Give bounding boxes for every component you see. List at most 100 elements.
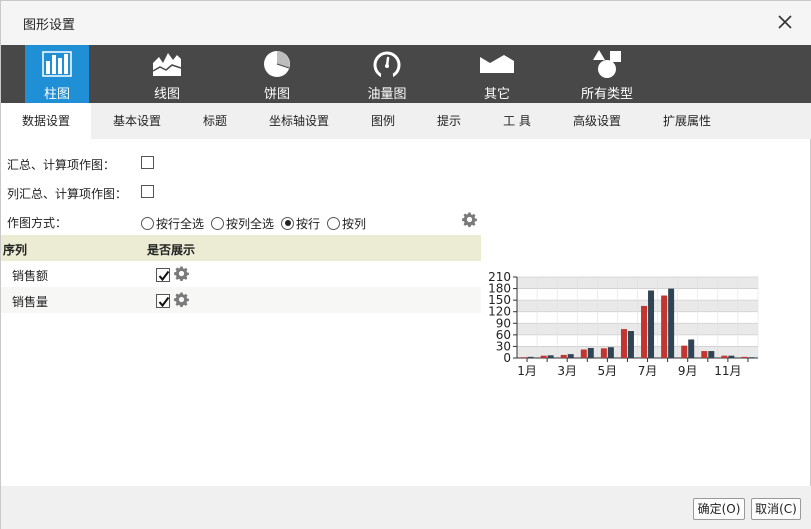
bar — [728, 355, 735, 358]
radio-label: 按列 — [342, 216, 367, 231]
bar — [708, 351, 715, 358]
checkmark-icon — [158, 270, 170, 282]
x-tick-label: 7月 — [638, 364, 658, 378]
show-series-checkbox[interactable] — [156, 268, 170, 282]
series-table: 序列 是否展示 销售额 销售量 — [1, 235, 481, 313]
chart-type-other[interactable]: 其它 — [465, 45, 529, 103]
bar — [600, 348, 607, 358]
series-name: 销售量 — [12, 295, 49, 309]
bar — [567, 354, 574, 358]
bar — [527, 356, 534, 358]
tab-extended-properties[interactable]: 扩展属性 — [651, 103, 723, 139]
tab-legend[interactable]: 图例 — [361, 103, 405, 139]
radio-by-column[interactable]: 按列 — [327, 215, 366, 232]
chart-type-pie-chart[interactable]: 饼图 — [245, 45, 309, 103]
bar-chart-icon — [40, 49, 74, 79]
close-icon[interactable] — [774, 11, 796, 33]
bar — [620, 329, 627, 358]
radio-select-all-rows[interactable]: 按行全选 — [141, 215, 204, 232]
bar — [607, 347, 614, 358]
chart-type-label: 所有类型 — [580, 87, 633, 102]
bar — [681, 345, 688, 358]
bar — [648, 290, 655, 358]
column-summary-chart-checkbox[interactable] — [141, 185, 154, 198]
column-summary-chart-label: 列汇总、计算项作图： — [7, 187, 128, 201]
bar — [547, 355, 554, 358]
x-tick-label: 11月 — [714, 364, 741, 378]
radio-circle-icon — [211, 216, 225, 230]
bar — [627, 331, 634, 358]
settings-tabbar: 数据设置 基本设置 标题 坐标轴设置 图例 提示 工 具 高级设置 扩展属性 — [1, 103, 811, 139]
all-types-icon — [590, 49, 624, 79]
gauge-icon — [370, 49, 404, 79]
chart-type-label: 其它 — [483, 87, 510, 102]
chart-type-label: 油量图 — [367, 87, 407, 102]
chart-preview: 0 30 60 90 120 150 180 210 1月 3月 5月 7月 9月 11月 — [483, 269, 763, 381]
dialog-titlebar: 图形设置 — [1, 1, 811, 45]
bar — [748, 357, 755, 358]
y-tick-label: 210 — [488, 270, 511, 284]
table-row: 销售额 — [1, 261, 481, 287]
bar — [580, 349, 587, 358]
bar — [560, 354, 567, 358]
dialog-footer: 确定(O) 取消(C) — [1, 486, 811, 529]
bar — [661, 295, 668, 358]
series-settings-gear-icon[interactable] — [174, 292, 189, 308]
checkmark-icon — [158, 296, 170, 308]
chart-type-bar-chart[interactable]: 柱图 — [25, 45, 89, 103]
pie-chart-icon — [260, 49, 294, 79]
show-column-header: 是否展示 — [147, 243, 196, 257]
tab-tools[interactable]: 工 具 — [493, 103, 541, 139]
chart-type-gauge[interactable]: 油量图 — [355, 45, 419, 103]
x-tick-label: 9月 — [678, 364, 698, 378]
bar — [540, 355, 547, 358]
bar — [520, 357, 527, 358]
x-tick-label: 3月 — [557, 364, 577, 378]
radio-label: 按行全选 — [156, 216, 205, 231]
bar — [587, 347, 594, 358]
radio-selected-icon — [281, 216, 295, 230]
table-row: 销售量 — [1, 287, 481, 313]
x-tick-label: 1月 — [517, 364, 537, 378]
series-column-header: 序列 — [3, 243, 28, 257]
chart-mode-radio-group: 按行全选 按列全选 按行 按列 — [141, 214, 373, 232]
tab-tooltip[interactable]: 提示 — [427, 103, 471, 139]
series-settings-gear-icon[interactable] — [174, 266, 189, 282]
tab-title[interactable]: 标题 — [191, 103, 239, 139]
bar-chart-preview: 03060901201501802101月 3月 5月 7月 9月 11月 — [488, 270, 759, 378]
tab-advanced-settings[interactable]: 高级设置 — [561, 103, 633, 139]
dialog-title: 图形设置 — [23, 18, 76, 33]
chart-type-bar: 柱图 线图 饼图 油量图 其它 所有类型 — [1, 45, 811, 103]
area-chart-icon — [150, 49, 184, 79]
series-table-header: 序列 是否展示 — [1, 235, 481, 261]
radio-circle-icon — [141, 216, 154, 230]
chart-type-label: 柱图 — [43, 87, 70, 102]
summary-chart-label: 汇总、计算项作图： — [7, 158, 116, 172]
show-series-checkbox[interactable] — [156, 294, 170, 308]
chart-mode-label: 作图方式： — [7, 216, 68, 230]
tab-data-settings[interactable]: 数据设置 — [1, 103, 91, 139]
radio-select-all-columns[interactable]: 按列全选 — [211, 215, 274, 232]
ok-button[interactable]: 确定(O) — [693, 498, 745, 520]
radio-by-row[interactable]: 按行 — [281, 215, 320, 232]
x-tick-label: 5月 — [598, 364, 618, 378]
radio-label: 按行 — [296, 216, 321, 231]
series-name: 销售额 — [12, 269, 49, 283]
summary-chart-checkbox[interactable] — [141, 156, 154, 169]
tab-axis-settings[interactable]: 坐标轴设置 — [259, 103, 339, 139]
bar — [721, 355, 728, 358]
bar — [741, 356, 748, 358]
chart-type-area-chart[interactable]: 线图 — [135, 45, 199, 103]
chart-settings-dialog: 图形设置 柱图 线图 饼图 油量图 其它 所有类型 数据设置 基本设置 标题 坐… — [0, 0, 811, 529]
other-chart-icon — [480, 49, 514, 79]
tab-basic-settings[interactable]: 基本设置 — [101, 103, 173, 139]
bar — [668, 288, 675, 358]
bar — [688, 339, 695, 358]
mode-settings-gear-icon[interactable] — [462, 212, 477, 228]
bar — [641, 305, 648, 358]
chart-type-all-types[interactable]: 所有类型 — [575, 45, 639, 103]
radio-circle-icon — [327, 216, 341, 230]
bar — [701, 351, 708, 358]
cancel-button[interactable]: 取消(C) — [751, 498, 801, 520]
radio-label: 按列全选 — [226, 216, 275, 231]
